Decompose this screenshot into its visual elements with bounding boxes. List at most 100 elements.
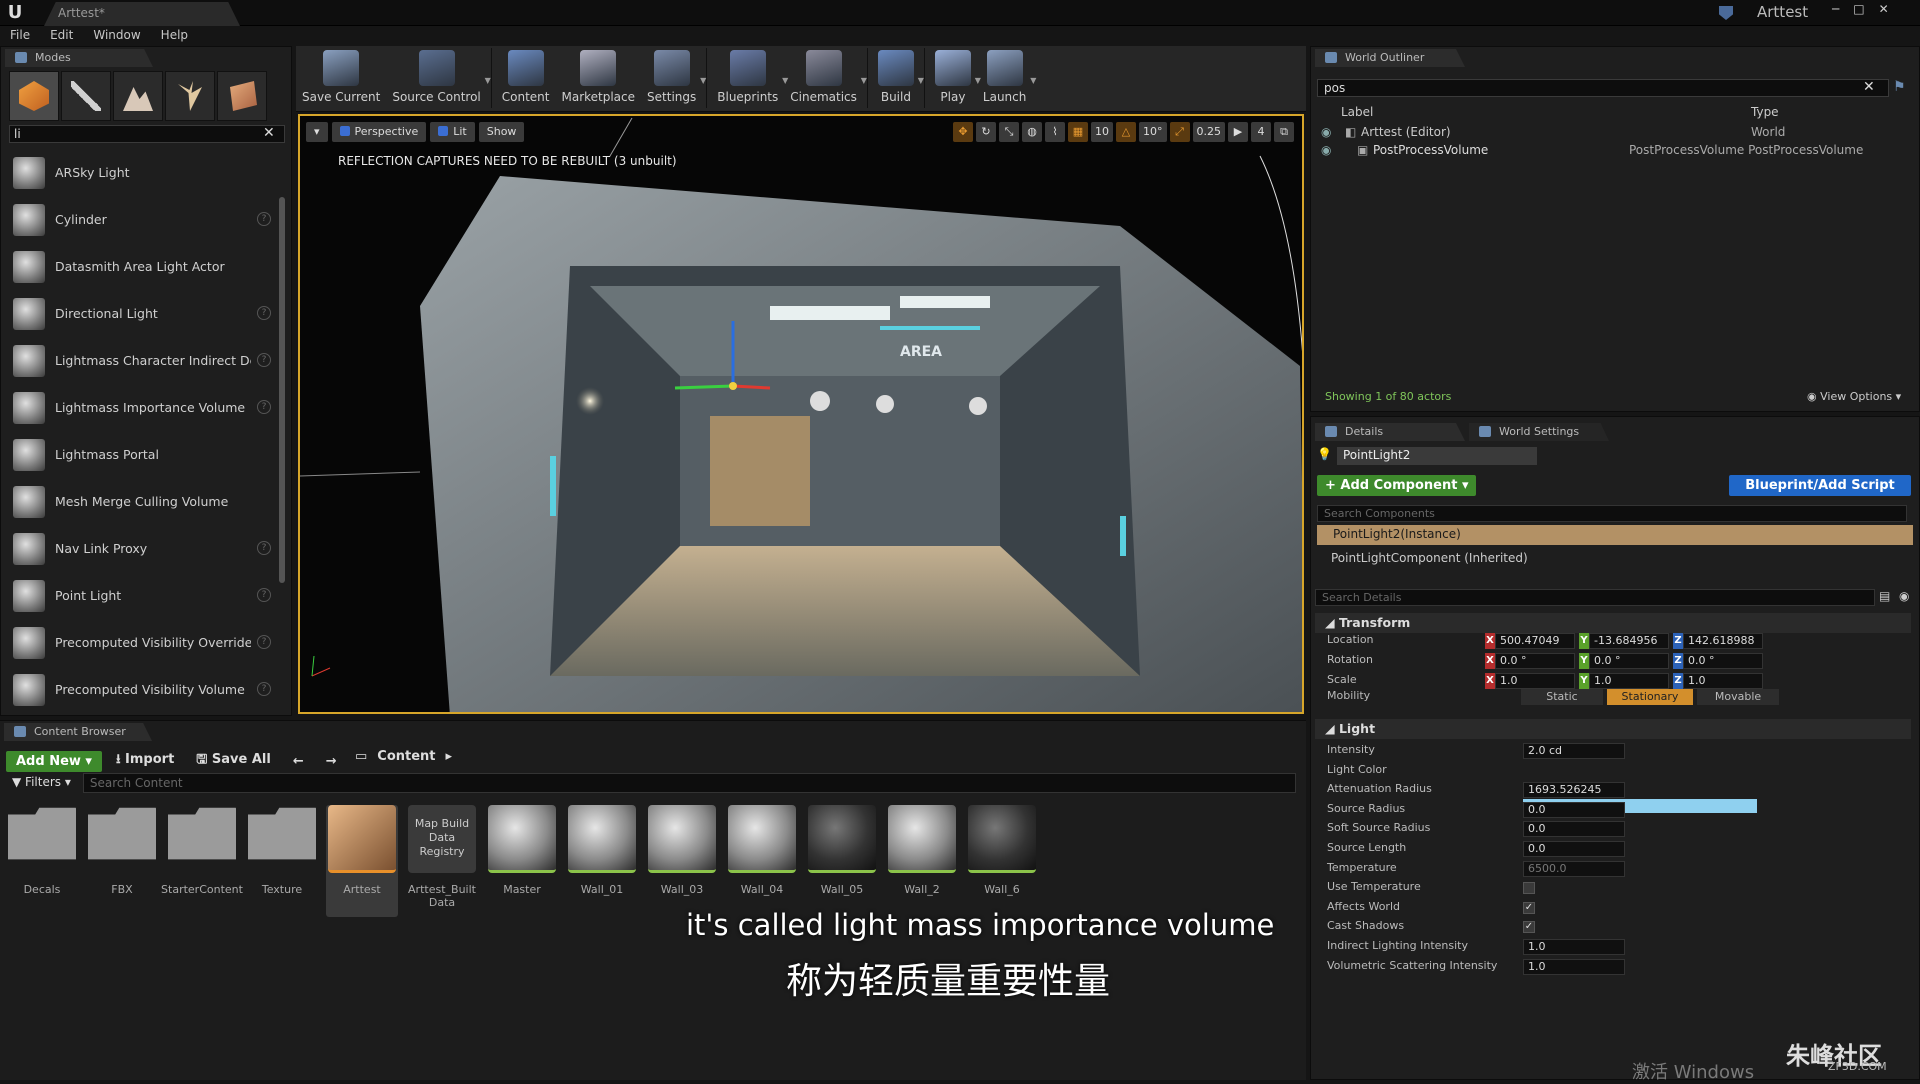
maximize-viewport-icon[interactable]: ⧉ — [1274, 122, 1294, 142]
mobility-static[interactable]: Static — [1521, 689, 1603, 705]
content-item[interactable]: Wall_01 — [566, 805, 638, 917]
content-browser-tab[interactable]: Content Browser — [4, 723, 152, 741]
outliner-row[interactable]: ◉ ▣ PostProcessVolume PostProcessVolume … — [1317, 143, 1907, 161]
geometry-mode-button[interactable] — [217, 71, 267, 121]
help-icon[interactable]: ? — [257, 682, 271, 696]
toolbar-cinematics-button[interactable]: Cinematics ▼ — [784, 46, 867, 110]
location-y-field[interactable]: -13.684956 — [1589, 633, 1669, 649]
mode-list-item[interactable]: ARSky Light — [9, 149, 275, 196]
rotation-z-field[interactable]: 0.0 ° — [1683, 653, 1763, 669]
lit-button[interactable]: Lit — [430, 122, 475, 142]
content-item[interactable]: Map Build Data Registry Arttest_Built Dat… — [406, 805, 478, 917]
filters-button[interactable]: ▼ Filters ▾ — [6, 773, 77, 793]
foliage-mode-button[interactable] — [165, 71, 215, 121]
toolbar-launch-button[interactable]: Launch ▼ — [977, 46, 1036, 110]
maximize-icon[interactable]: □ — [1853, 2, 1864, 16]
column-label[interactable]: Label — [1341, 105, 1373, 119]
mode-list-item[interactable]: Lightmass Portal — [9, 431, 275, 478]
import-button[interactable]: ⭳ Import — [108, 747, 182, 775]
toolbar-save-current-button[interactable]: Save Current — [296, 46, 386, 110]
perspective-button[interactable]: Perspective — [331, 122, 427, 142]
rotation-y-field[interactable]: 0.0 ° — [1589, 653, 1669, 669]
help-icon[interactable]: ? — [257, 635, 271, 649]
mode-list-item[interactable]: Cylinder? — [9, 196, 275, 243]
location-z-field[interactable]: 142.618988 — [1683, 633, 1763, 649]
mode-list-item[interactable]: Directional Light? — [9, 290, 275, 337]
visibility-eye-icon[interactable]: ◉ — [1321, 125, 1331, 139]
toolbar-source-control-button[interactable]: Source Control ▼ — [386, 46, 491, 110]
landscape-mode-button[interactable] — [113, 71, 163, 121]
mode-list-item[interactable]: Precomputed Visibility Volume? — [9, 666, 275, 713]
camera-speed-icon[interactable]: ▶ — [1228, 122, 1248, 142]
world-settings-tab[interactable]: World Settings — [1469, 423, 1609, 441]
content-item[interactable]: Wall_05 — [806, 805, 878, 917]
dropdown-caret-icon[interactable]: ▼ — [861, 76, 867, 85]
content-item[interactable]: Wall_03 — [646, 805, 718, 917]
eye-icon[interactable]: ◉ — [1899, 589, 1909, 603]
rotation-snap-icon[interactable]: △ — [1116, 122, 1136, 142]
details-tab[interactable]: Details — [1315, 423, 1465, 441]
mode-list-item[interactable]: Nav Link Proxy? — [9, 525, 275, 572]
scale-snap-value[interactable]: 0.25 — [1192, 122, 1225, 142]
dropdown-caret-icon[interactable]: ▼ — [918, 76, 924, 85]
surface-snap-icon[interactable]: ⌇ — [1045, 122, 1065, 142]
help-icon[interactable]: ? — [257, 400, 271, 414]
light-prop-field[interactable]: 6500.0 — [1523, 860, 1625, 877]
content-item[interactable]: Wall_6 — [966, 805, 1038, 917]
modes-search-input[interactable]: li — [9, 125, 285, 143]
dropdown-caret-icon[interactable]: ▼ — [700, 76, 706, 85]
help-icon[interactable]: ? — [257, 541, 271, 555]
save-all-button[interactable]: 🖫 Save All — [188, 747, 279, 775]
content-item[interactable]: FBX — [86, 805, 158, 917]
toolbar-play-button[interactable]: Play ▼ — [929, 46, 981, 110]
content-item[interactable]: Texture — [246, 805, 318, 917]
actor-name-field[interactable]: PointLight2 — [1337, 447, 1537, 465]
clear-search-icon[interactable]: ✕ — [263, 125, 275, 141]
light-prop-checkbox[interactable]: ✓ — [1523, 901, 1535, 914]
translate-icon[interactable]: ✥ — [953, 122, 973, 142]
content-item[interactable]: Wall_2 — [886, 805, 958, 917]
mobility-stationary[interactable]: Stationary — [1607, 689, 1693, 705]
level-tab[interactable]: Arttest* — [44, 2, 240, 26]
menu-window[interactable]: Window — [83, 26, 150, 46]
place-mode-button[interactable] — [9, 71, 59, 121]
mode-list-item[interactable]: Precomputed Visibility Override Volume? — [9, 619, 275, 666]
forward-icon[interactable]: → — [318, 751, 345, 772]
outliner-clear-icon[interactable]: ✕ — [1863, 79, 1875, 95]
column-type[interactable]: Type — [1751, 105, 1779, 119]
menu-help[interactable]: Help — [151, 26, 198, 46]
mode-list-item[interactable]: Datasmith Area Light Actor — [9, 243, 275, 290]
modes-tab[interactable]: Modes — [5, 49, 153, 67]
light-prop-field[interactable]: 1.0 — [1523, 939, 1625, 955]
menu-edit[interactable]: Edit — [40, 26, 83, 46]
component-light-row[interactable]: PointLightComponent (Inherited) — [1331, 551, 1528, 565]
close-icon[interactable]: ✕ — [1879, 2, 1889, 16]
light-prop-field[interactable]: 0.0 — [1523, 821, 1625, 838]
scale-y-field[interactable]: 1.0 — [1589, 673, 1669, 689]
help-icon[interactable]: ? — [257, 353, 271, 367]
mode-list-item[interactable]: Mesh Merge Culling Volume — [9, 478, 275, 525]
outliner-add-icon[interactable]: ⚑ — [1893, 79, 1906, 95]
world-local-icon[interactable]: ◍ — [1022, 122, 1042, 142]
light-section[interactable]: ◢ Light — [1315, 719, 1911, 739]
outliner-row[interactable]: ◉ ◧ Arttest (Editor) World — [1317, 125, 1907, 143]
content-item[interactable]: Arttest — [326, 805, 398, 917]
toolbar-content-button[interactable]: Content — [496, 46, 556, 110]
dropdown-caret-icon[interactable]: ▼ — [485, 76, 491, 85]
world-outliner-tab[interactable]: World Outliner — [1315, 49, 1465, 67]
grid-view-icon[interactable]: ▤ — [1879, 589, 1890, 603]
light-prop-field[interactable]: 1693.526245 — [1523, 782, 1625, 799]
help-icon[interactable]: ? — [257, 306, 271, 320]
back-icon[interactable]: ← — [285, 751, 312, 772]
grid-snap-icon[interactable]: ▦ — [1068, 122, 1088, 142]
help-icon[interactable]: ? — [257, 588, 271, 602]
scale-snap-icon[interactable]: ⤢ — [1169, 122, 1190, 142]
dropdown-caret-icon[interactable]: ▼ — [1030, 76, 1036, 85]
content-item[interactable]: Decals — [6, 805, 78, 917]
light-prop-field[interactable]: 1.0 — [1523, 958, 1625, 975]
path-chevron-icon[interactable]: ▸ — [446, 749, 453, 764]
rotation-x-field[interactable]: 0.0 ° — [1495, 653, 1575, 669]
light-prop-checkbox[interactable] — [1523, 882, 1535, 895]
viewport-options-button[interactable]: ▾ — [306, 122, 328, 142]
toolbar-settings-button[interactable]: Settings ▼ — [641, 46, 706, 110]
